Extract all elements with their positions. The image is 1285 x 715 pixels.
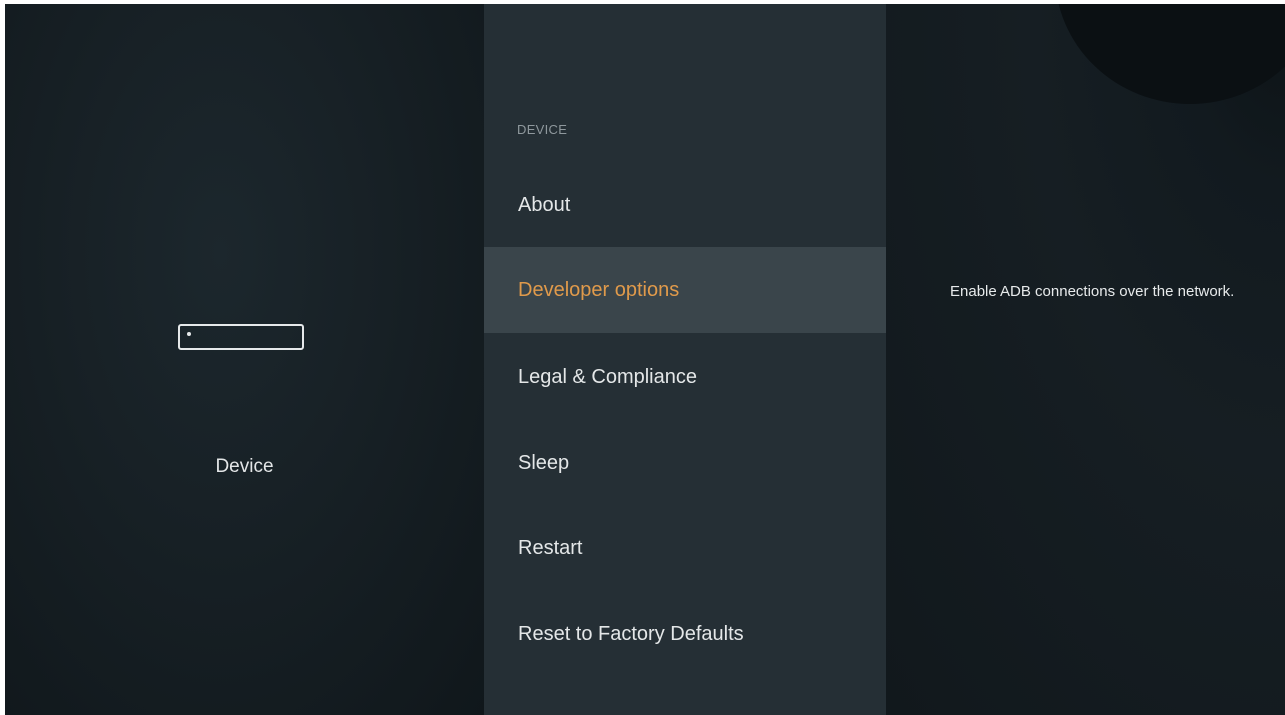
menu-item-label: Legal & Compliance [518, 365, 697, 388]
description-panel: Enable ADB connections over the network. [886, 4, 1285, 715]
menu-item-restart[interactable]: Restart [484, 505, 886, 591]
device-led-icon [187, 332, 191, 336]
description-text: Enable ADB connections over the network. [950, 283, 1235, 300]
category-label: Device [215, 456, 274, 477]
fire-tv-device-icon [178, 324, 304, 350]
menu-item-reset-factory-defaults[interactable]: Reset to Factory Defaults [484, 591, 886, 677]
menu-item-label: About [518, 193, 571, 216]
menu-item-label: Sleep [518, 451, 570, 474]
menu-item-label: Restart [518, 536, 583, 559]
background-shadow [1055, 4, 1285, 104]
menu-item-about[interactable]: About [484, 162, 886, 248]
settings-menu: DEVICE About Developer options Legal & C… [484, 4, 886, 715]
menu-item-label: Reset to Factory Defaults [518, 622, 744, 645]
settings-screen: Device DEVICE About Developer options Le… [5, 4, 1285, 715]
section-header: DEVICE [517, 122, 568, 137]
menu-item-label: Developer options [518, 278, 680, 301]
menu-item-sleep[interactable]: Sleep [484, 420, 886, 506]
category-panel: Device [5, 4, 484, 715]
menu-item-legal-compliance[interactable]: Legal & Compliance [484, 334, 886, 420]
menu-item-developer-options[interactable]: Developer options [484, 247, 886, 333]
